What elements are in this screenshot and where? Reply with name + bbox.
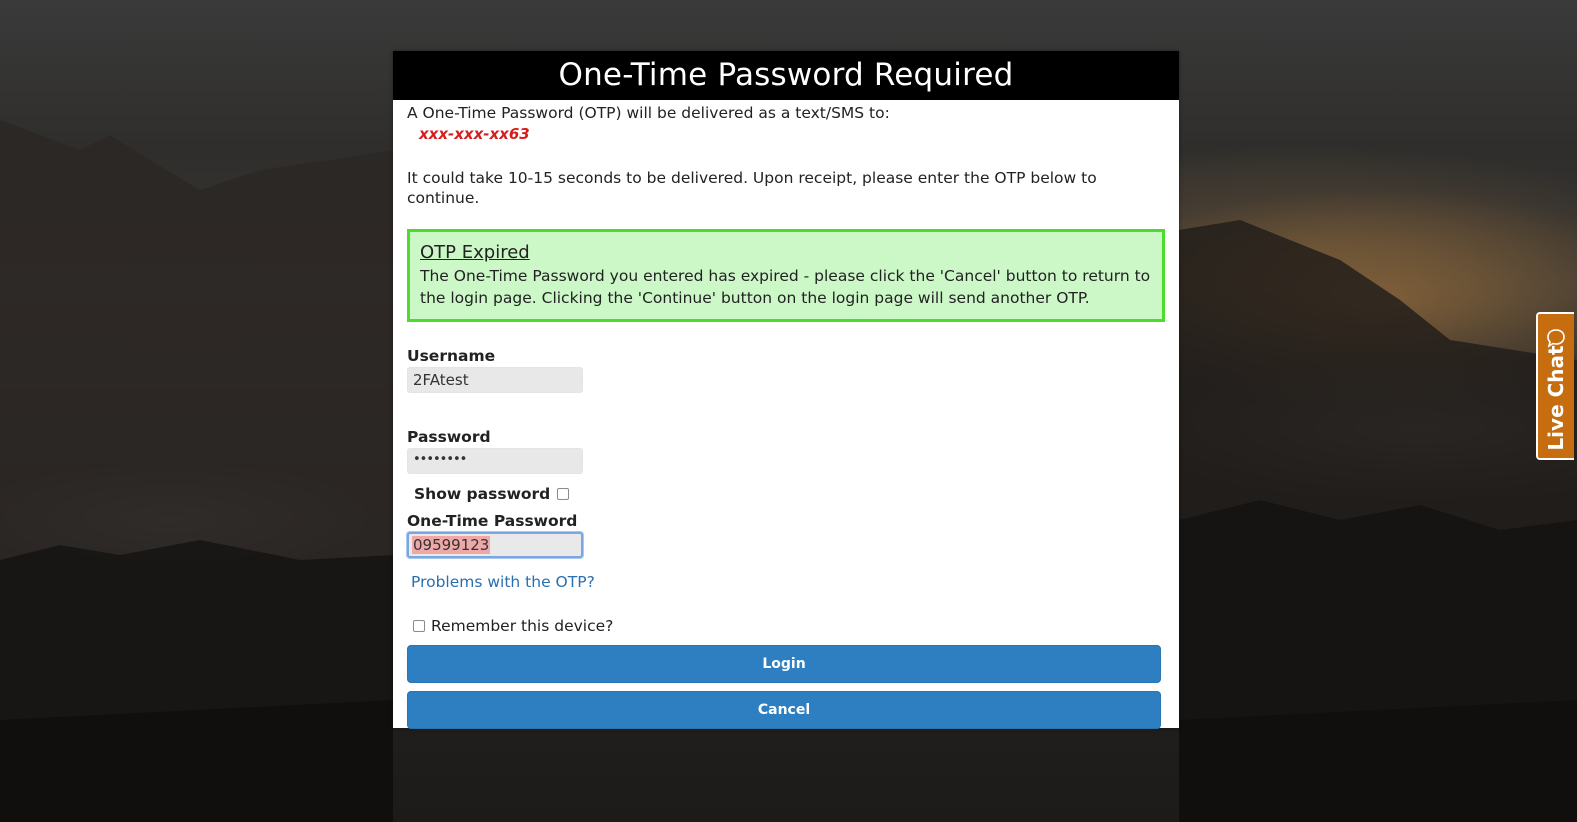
username-field[interactable]: 2FAtest bbox=[407, 367, 583, 393]
remember-device-toggle[interactable]: Remember this device? bbox=[413, 616, 1165, 636]
show-password-label: Show password bbox=[414, 485, 551, 503]
alert-message: The One-Time Password you entered has ex… bbox=[420, 267, 1151, 307]
password-label: Password bbox=[407, 428, 491, 446]
otp-expired-alert: OTP Expired The One-Time Password you en… bbox=[407, 229, 1165, 322]
otp-intro-text: A One-Time Password (OTP) will be delive… bbox=[407, 104, 890, 122]
otp-label: One-Time Password bbox=[407, 512, 578, 530]
username-value: 2FAtest bbox=[413, 371, 469, 389]
username-label: Username bbox=[407, 347, 496, 365]
delivery-wait-text: It could take 10-15 seconds to be delive… bbox=[407, 169, 1097, 207]
dialog-title: One-Time Password Required bbox=[393, 51, 1179, 100]
live-chat-tab[interactable]: Live Chat bbox=[1536, 312, 1574, 460]
login-button[interactable]: Login bbox=[407, 645, 1161, 683]
live-chat-label: Live Chat bbox=[1544, 345, 1568, 451]
password-value: •••••••• bbox=[413, 452, 467, 467]
otp-field[interactable]: 09599123 bbox=[407, 532, 583, 558]
password-field[interactable]: •••••••• bbox=[407, 448, 583, 474]
show-password-checkbox[interactable] bbox=[557, 488, 570, 500]
show-password-toggle[interactable]: Show password bbox=[414, 484, 1165, 504]
masked-phone-number: xxx-xxx-xx63 bbox=[419, 125, 530, 143]
otp-value: 09599123 bbox=[412, 536, 491, 554]
alert-title: OTP Expired bbox=[420, 242, 530, 263]
remember-device-label: Remember this device? bbox=[431, 617, 614, 635]
dialog-body: A One-Time Password (OTP) will be delive… bbox=[393, 103, 1179, 729]
otp-help-link[interactable]: Problems with the OTP? bbox=[411, 572, 1165, 592]
cancel-button[interactable]: Cancel bbox=[407, 691, 1161, 729]
remember-device-checkbox[interactable] bbox=[413, 620, 425, 632]
otp-dialog: One-Time Password Required A One-Time Pa… bbox=[393, 51, 1179, 729]
